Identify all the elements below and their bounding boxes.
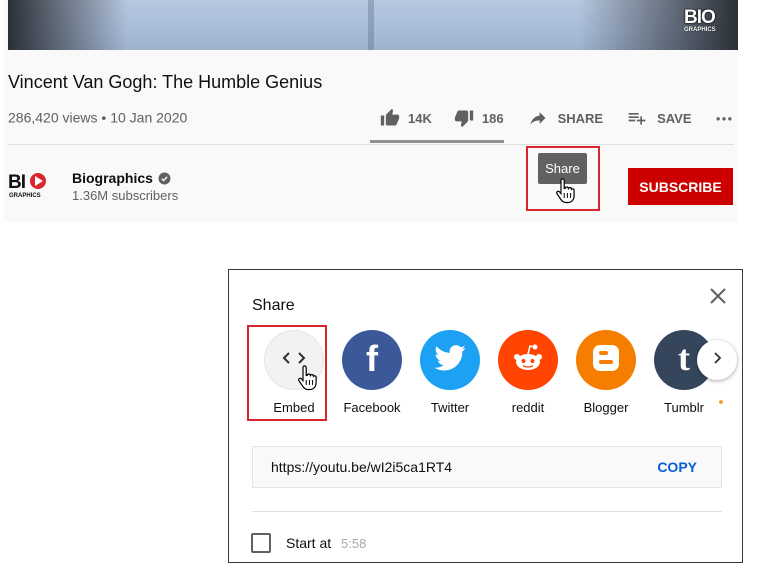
subscriber-count: 1.36M subscribers — [72, 188, 179, 203]
share-dialog: Share Embed f Facebook Twitter reddit Bl… — [228, 269, 743, 563]
share-target-blogger[interactable]: Blogger — [569, 330, 643, 415]
svg-text:f: f — [366, 341, 379, 375]
share-target-reddit[interactable]: reddit — [491, 330, 565, 415]
share-target-twitter[interactable]: Twitter — [413, 330, 487, 415]
close-icon[interactable] — [709, 287, 727, 305]
hand-pointer-icon — [296, 365, 318, 396]
divider — [8, 144, 734, 145]
dialog-title: Share — [252, 297, 295, 314]
next-target-peek — [719, 400, 723, 404]
share-target-label: Facebook — [343, 400, 401, 415]
page: BIO GRAPHICS Vincent Van Gogh: The Humbl… — [0, 0, 762, 574]
save-label: SAVE — [657, 110, 692, 126]
hand-pointer-icon — [554, 178, 576, 209]
share-target-label: Tumblr — [664, 400, 704, 415]
share-target-embed[interactable]: Embed — [257, 330, 331, 415]
video-meta: 286,420 views • 10 Jan 2020 — [8, 108, 187, 125]
like-ratio-bar — [370, 140, 504, 143]
start-at-time[interactable]: 5:58 — [341, 536, 366, 551]
share-targets: Embed f Facebook Twitter reddit Blogger … — [257, 330, 737, 420]
reddit-circle — [498, 330, 558, 390]
twitter-icon — [434, 344, 466, 376]
like-count: 14K — [408, 110, 432, 126]
channel-name[interactable]: Biographics — [72, 170, 153, 186]
dislike-button[interactable]: 186 — [454, 108, 504, 128]
blogger-icon — [591, 343, 621, 378]
meta-separator: • — [101, 109, 107, 126]
share-target-label: reddit — [511, 400, 545, 415]
facebook-icon: f — [357, 338, 387, 380]
subscribe-button[interactable]: SUBSCRIBE — [628, 168, 733, 205]
more-horizontal-icon — [714, 108, 734, 128]
save-button[interactable]: SAVE — [627, 108, 692, 128]
thumbs-up-icon — [380, 108, 400, 128]
svg-text:GRAPHICS: GRAPHICS — [9, 193, 41, 199]
view-count: 286,420 views — [8, 109, 98, 126]
thumbs-down-icon — [454, 108, 474, 128]
channel-avatar[interactable]: BI GRAPHICS — [8, 170, 56, 200]
blogger-circle — [576, 330, 636, 390]
facebook-circle: f — [342, 330, 402, 390]
watermark-bio-text: BIO — [684, 7, 716, 28]
start-at-checkbox[interactable] — [251, 533, 271, 553]
watermark-graphics-text: GRAPHICS — [684, 27, 716, 33]
copy-button[interactable]: COPY — [657, 459, 697, 475]
more-actions-button[interactable] — [714, 108, 734, 128]
share-target-label: Embed — [273, 400, 315, 415]
share-url-text[interactable]: https://youtu.be/wI2i5ca1RT4 — [271, 459, 452, 475]
like-button[interactable]: 14K — [380, 108, 432, 128]
verified-check-icon — [158, 172, 171, 185]
share-target-label: Blogger — [583, 400, 629, 415]
svg-text:BI: BI — [8, 172, 26, 193]
share-arrow-icon — [528, 108, 548, 128]
video-watermark-logo: BIO GRAPHICS — [684, 8, 732, 40]
playlist-add-icon — [627, 108, 647, 128]
next-targets-button[interactable] — [697, 340, 737, 380]
dislike-count: 186 — [481, 110, 504, 126]
share-url-box: https://youtu.be/wI2i5ca1RT4 COPY — [252, 446, 722, 488]
video-actions: 14K 186 SHARE SAVE — [370, 104, 734, 132]
share-target-facebook[interactable]: f Facebook — [335, 330, 409, 415]
twitter-circle — [420, 330, 480, 390]
upload-date: 10 Jan 2020 — [110, 109, 188, 126]
dialog-divider — [252, 511, 722, 512]
tumblr-icon: t — [671, 338, 697, 380]
start-at-label: Start at — [286, 535, 332, 551]
video-player-bottom[interactable]: BIO GRAPHICS — [8, 0, 738, 50]
share-button[interactable]: SHARE — [528, 108, 604, 128]
video-title: Vincent Van Gogh: The Humble Genius — [8, 72, 323, 92]
svg-text:t: t — [678, 341, 690, 375]
share-target-label: Twitter — [430, 400, 470, 415]
channel-name-row[interactable]: Biographics — [72, 170, 171, 186]
share-label: SHARE — [557, 110, 604, 126]
chevron-right-icon — [710, 351, 724, 370]
reddit-icon — [511, 343, 545, 378]
